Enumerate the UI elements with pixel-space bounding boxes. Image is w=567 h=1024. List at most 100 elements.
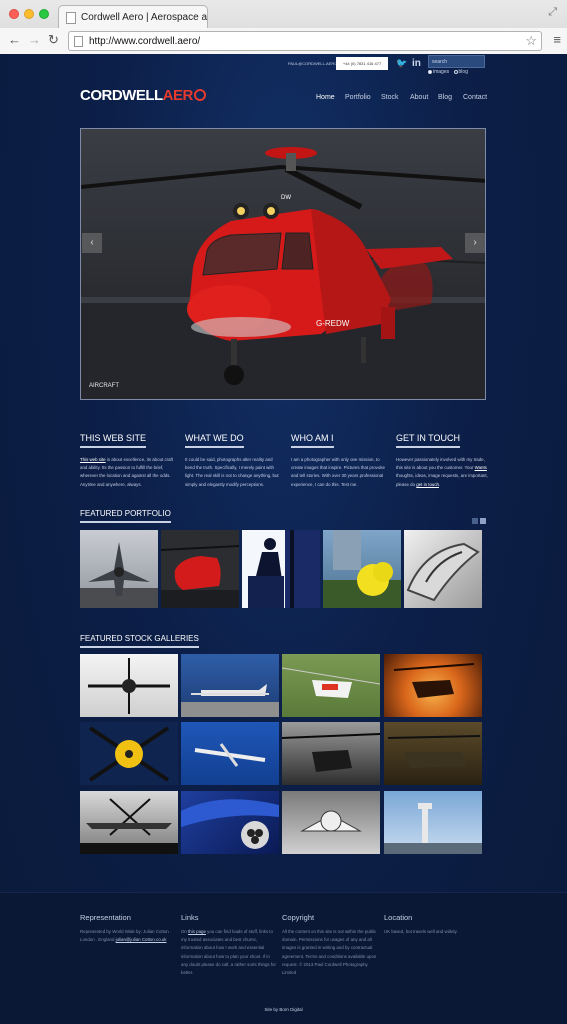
column-body: . [438, 481, 441, 487]
url-text: http://www.cordwell.aero/ [89, 36, 201, 47]
column-title: WHO AM I [291, 433, 334, 448]
stock-thumb-7[interactable] [282, 722, 380, 785]
slider-prev-button[interactable]: ‹ [82, 233, 102, 253]
silhouette-image [248, 530, 294, 608]
column-body: thoughts, ideas, image requests, are imp… [396, 473, 488, 487]
minimize-window-button[interactable] [24, 9, 34, 19]
location-column: Location UK based, but travels well and … [384, 913, 479, 936]
control-tower-image [384, 803, 482, 854]
stock-thumb-8[interactable] [384, 722, 482, 785]
portfolio-thumb-silhouette[interactable] [242, 530, 320, 608]
toolbar: ← → ↻ http://www.cordwell.aero/ ☆ ≡ [0, 28, 567, 54]
email-link[interactable]: PAUL@CORDWELL.AERO [288, 61, 337, 66]
bookmark-star-icon[interactable]: ☆ [525, 33, 537, 49]
portfolio-prev-button[interactable] [472, 518, 478, 524]
reload-icon[interactable]: ↻ [48, 32, 59, 48]
featured-portfolio-heading: FEATURED PORTFOLIO [80, 509, 171, 523]
footer-heading: Copyright [282, 913, 315, 922]
stock-thumb-9[interactable] [80, 791, 178, 854]
footer-heading: Representation [80, 913, 131, 922]
back-icon[interactable]: ← [8, 32, 21, 47]
linkedin-icon[interactable]: in [412, 58, 421, 69]
stock-thumb-4[interactable] [384, 654, 482, 717]
nav-about[interactable]: About [410, 94, 428, 101]
menu-icon[interactable]: ≡ [553, 32, 561, 47]
chevron-right-icon: › [473, 237, 477, 248]
get-in-touch-column: GET IN TOUCH However passionately involv… [396, 428, 490, 489]
column-text: However passionately involved with my tr… [396, 456, 490, 489]
images-radio-label: images [433, 69, 450, 75]
portfolio-thumb-cockpit[interactable] [404, 530, 482, 608]
phone-number: +44 (0) 7831 416 477 [336, 57, 388, 70]
links-column: Links On this page you can find loads of… [181, 913, 276, 977]
stock-thumb-12[interactable] [384, 791, 482, 854]
search-input[interactable]: search [428, 55, 485, 68]
column-title: GET IN TOUCH [396, 433, 461, 448]
nav-portfolio[interactable]: Portfolio [345, 94, 371, 101]
nav-stock[interactable]: Stock [381, 94, 399, 101]
images-radio[interactable] [428, 69, 432, 74]
portfolio-thumb-helicopter[interactable] [161, 530, 239, 608]
column-text: I am a photographer with only one missio… [291, 457, 385, 487]
wants-link[interactable]: Wants [475, 465, 487, 470]
column-text: It could be said, photographs alter real… [185, 457, 279, 487]
this-web-site-link[interactable]: This web site [80, 457, 106, 462]
zoom-window-button[interactable] [39, 9, 49, 19]
slider-next-button[interactable]: › [465, 233, 485, 253]
yellow-propeller-image [88, 726, 170, 782]
tab-title: Cordwell Aero | Aerospace and [81, 12, 208, 23]
nav-contact[interactable]: Contact [463, 94, 487, 101]
portfolio-thumb-jet[interactable] [80, 530, 158, 608]
address-bar[interactable]: http://www.cordwell.aero/ ☆ [68, 31, 542, 51]
stock-thumb-3[interactable] [282, 654, 380, 717]
stock-thumb-11[interactable] [282, 791, 380, 854]
site-footer: Representation Represented by World Wide… [0, 892, 567, 1024]
featured-stock-heading: FEATURED STOCK GALLERIES [80, 634, 199, 648]
stock-thumb-6[interactable] [181, 722, 279, 785]
footer-text: All the content on this site is not with… [282, 929, 377, 976]
portfolio-next-button[interactable] [480, 518, 486, 524]
twitter-icon[interactable]: 🐦 [396, 58, 407, 69]
site-credit[interactable]: Site by Born Digital [0, 1007, 567, 1012]
stock-thumb-5[interactable] [80, 722, 178, 785]
footer-heading: Location [384, 913, 413, 922]
footer-text: Represented by World Wide by: Julian Cot… [80, 928, 175, 944]
business-jet-image [181, 684, 279, 717]
stock-thumb-2[interactable] [181, 654, 279, 717]
blog-radio[interactable] [453, 69, 458, 74]
jet-image [80, 542, 158, 608]
footer-text: UK based, but travels well and widely. [384, 929, 458, 934]
site-logo[interactable]: CORDWELLAER [80, 87, 206, 104]
close-window-button[interactable] [9, 9, 19, 19]
rescue-helicopter-image [282, 667, 380, 698]
engine-closeup-image [181, 799, 279, 849]
column-title: THIS WEB SITE [80, 433, 147, 448]
this-page-link[interactable]: this page [188, 929, 206, 934]
nav-blog[interactable]: Blog [438, 94, 452, 101]
forward-icon[interactable]: → [28, 32, 41, 47]
web-page: PAUL@CORDWELL.AERO +44 (0) 7831 416 477 … [0, 54, 567, 1024]
stock-thumb-1[interactable] [80, 654, 178, 717]
copyright-column: Copyright All the content on this site i… [282, 913, 377, 977]
jet-front-image [300, 810, 362, 832]
helicopter-image [161, 545, 239, 608]
portfolio-thumb-ribbon[interactable] [323, 530, 401, 608]
warbird-image [80, 798, 178, 854]
page-icon [66, 12, 76, 24]
fullscreen-icon[interactable]: ⤢ [548, 6, 557, 19]
column-title: WHAT WE DO [185, 433, 244, 448]
stock-thumb-10[interactable] [181, 791, 279, 854]
sunset-helicopter-image [393, 663, 475, 698]
logo-accent: AER [162, 87, 194, 104]
hero-slider[interactable]: DW G-REDW ‹ › AIRCRAFT [80, 128, 486, 400]
tab-bar: Cordwell Aero | Aerospace and ⤢ [0, 0, 567, 29]
browser-tab[interactable]: Cordwell Aero | Aerospace and [58, 5, 208, 29]
blog-radio-label: blog [458, 69, 468, 75]
representation-email-link[interactable]: julian@julian Cotton.co.uk [116, 937, 167, 942]
footer-heading: Links [181, 913, 199, 922]
nav-home[interactable]: Home [316, 94, 335, 101]
get-in-touch-link[interactable]: get in touch [416, 482, 439, 487]
column-text: This web site is about excellence, its a… [80, 456, 174, 489]
propeller-plane-image [88, 658, 170, 714]
helicopter-photo: DW G-REDW [81, 147, 485, 399]
